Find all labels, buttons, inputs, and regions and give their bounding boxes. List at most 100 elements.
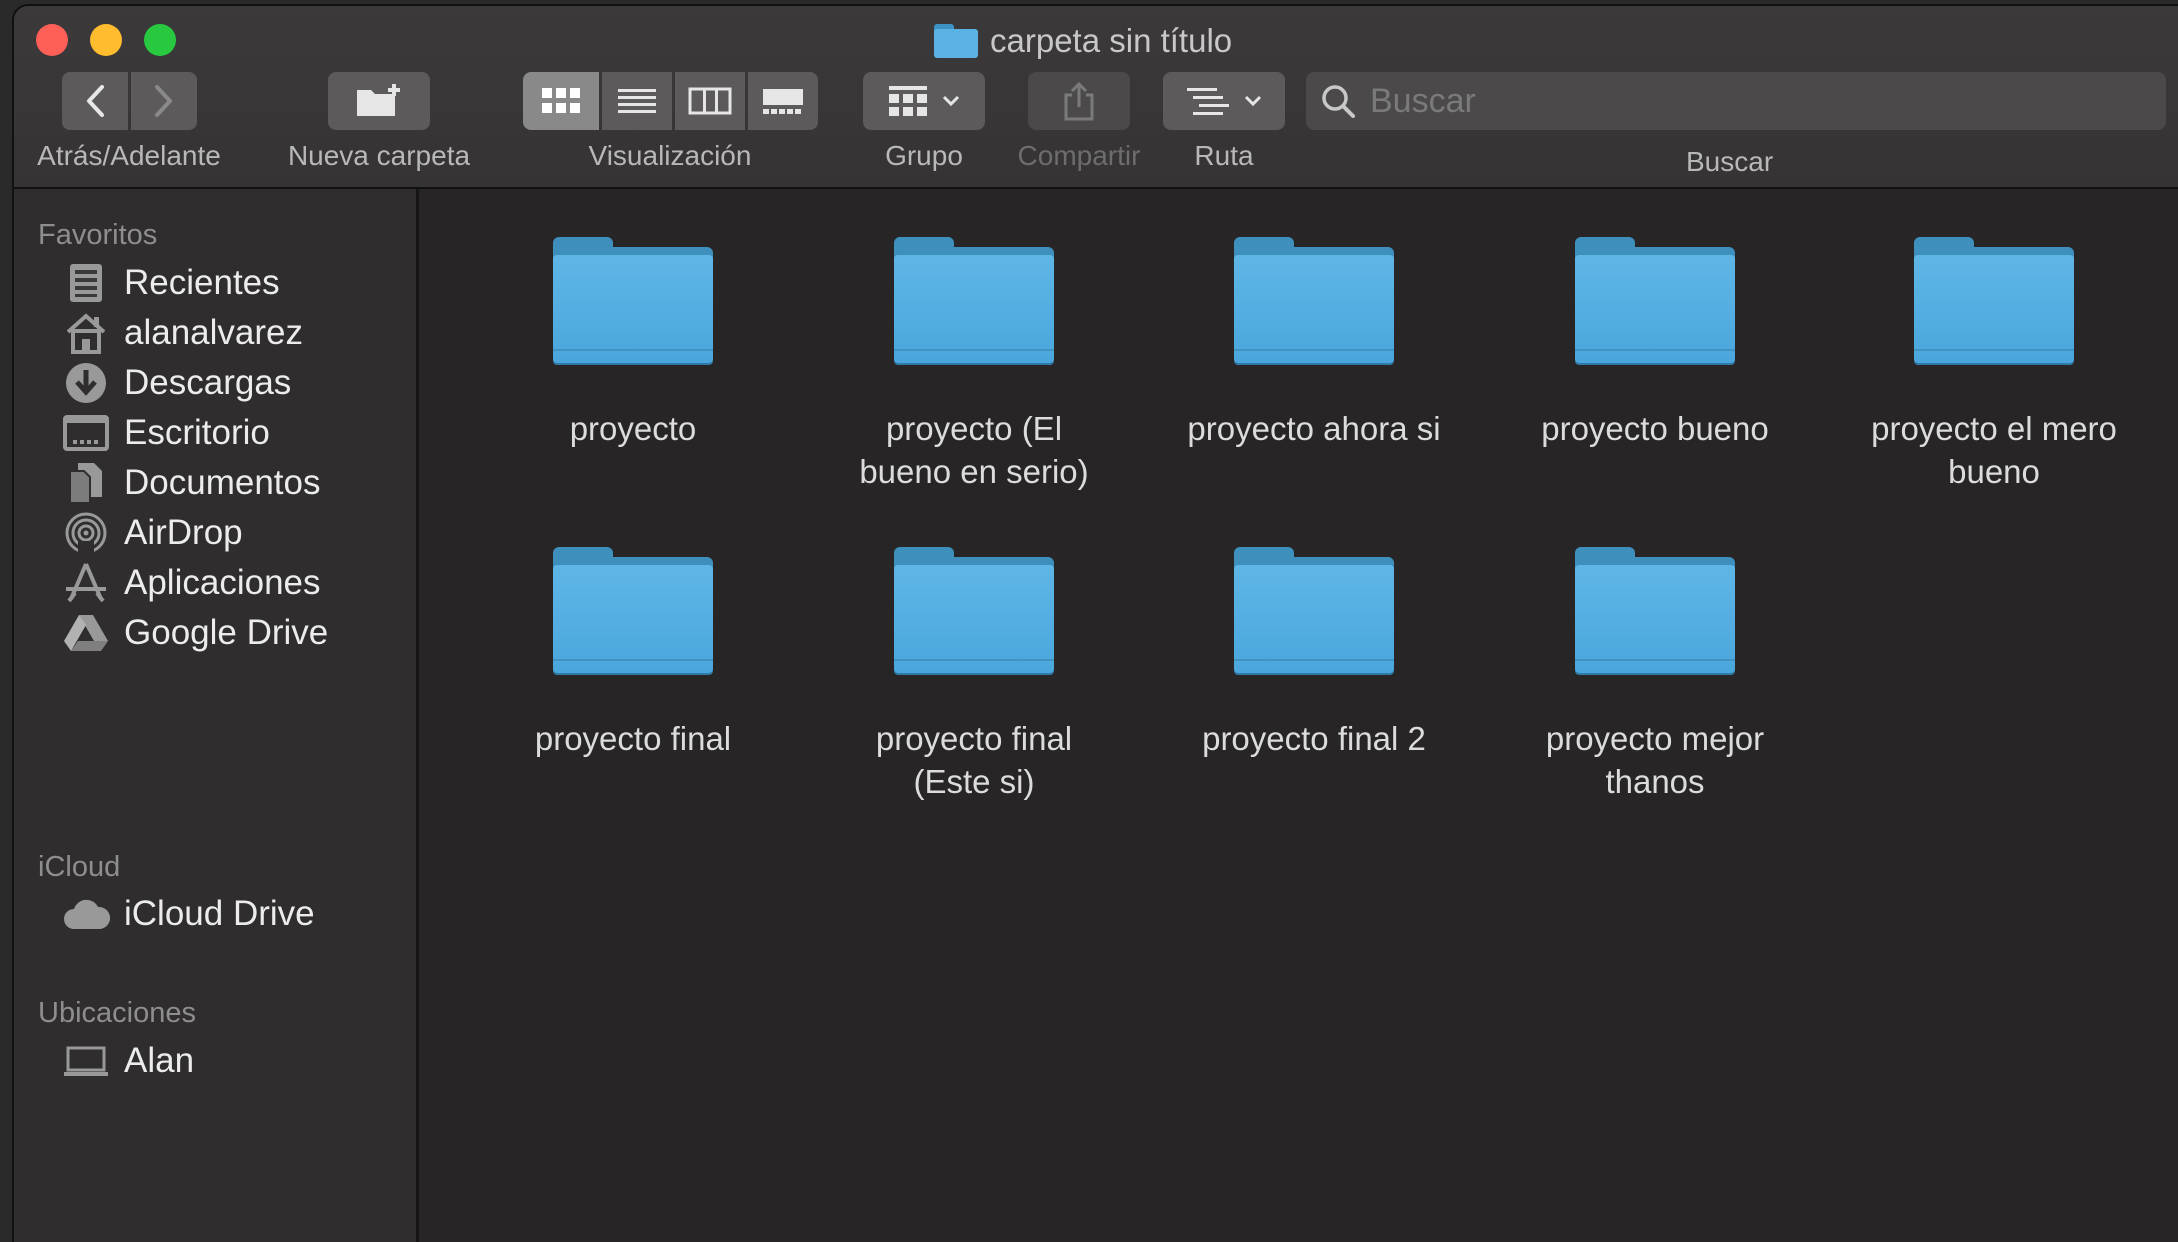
sidebar-item-alan[interactable]: Alan bbox=[62, 1036, 402, 1086]
folder-name: proyecto el mero bueno bbox=[1871, 410, 2117, 490]
sidebar-item-documents[interactable]: Documentos bbox=[62, 458, 402, 508]
folder-icon bbox=[894, 237, 1054, 365]
folder-name: proyecto (El bueno en serio) bbox=[859, 410, 1089, 490]
folder-item[interactable]: proyecto final (Este si) bbox=[824, 547, 1124, 803]
columns-icon bbox=[688, 87, 731, 115]
folder-item[interactable]: proyecto mejor thanos bbox=[1505, 547, 1805, 803]
chevron-down-icon bbox=[1244, 95, 1262, 107]
path-group: Ruta bbox=[1162, 72, 1286, 172]
gallery-icon bbox=[762, 89, 803, 114]
folder-icon bbox=[1234, 237, 1394, 365]
back-button[interactable] bbox=[61, 72, 128, 130]
sidebar-section-favorites: Favoritos bbox=[38, 219, 158, 251]
folder-icon bbox=[553, 237, 713, 365]
folder-item[interactable]: proyecto ahora si bbox=[1164, 237, 1464, 450]
chevron-down-icon bbox=[942, 95, 960, 107]
folder-name: proyecto final 2 bbox=[1202, 720, 1426, 757]
sidebar-item-label: alanalvarez bbox=[124, 313, 303, 352]
sidebar-item-desktop[interactable]: Escritorio bbox=[62, 408, 402, 458]
toolbar: carpeta sin título Atrás/Adelante Nueva … bbox=[14, 6, 2178, 189]
sidebar-item-label: iCloud Drive bbox=[124, 894, 315, 933]
new-folder-label: Nueva carpeta bbox=[287, 140, 471, 171]
minimize-button[interactable] bbox=[90, 24, 122, 56]
close-button[interactable] bbox=[36, 24, 68, 56]
sidebar-item-label: Alan bbox=[124, 1041, 195, 1080]
sidebar-item-downloads[interactable]: Descargas bbox=[62, 358, 402, 408]
chevron-right-icon bbox=[154, 85, 172, 117]
sidebar-section-icloud: iCloud bbox=[38, 851, 121, 883]
sidebar-item-home[interactable]: alanalvarez bbox=[62, 308, 402, 358]
column-view-button[interactable] bbox=[674, 72, 745, 130]
folder-icon bbox=[894, 547, 1054, 675]
search-field[interactable] bbox=[1306, 72, 2166, 130]
group-grid-icon bbox=[889, 86, 927, 116]
google-drive-icon bbox=[64, 615, 108, 651]
home-icon bbox=[66, 313, 106, 354]
cloud-icon bbox=[64, 899, 110, 929]
folder-name: proyecto bbox=[569, 410, 697, 447]
new-folder-group: Nueva carpeta bbox=[264, 72, 494, 172]
folder-icon bbox=[1914, 237, 2074, 365]
applications-icon bbox=[66, 563, 106, 603]
share-icon bbox=[1064, 81, 1094, 121]
downloads-icon bbox=[66, 363, 106, 403]
folder-name: proyecto final bbox=[534, 720, 732, 757]
sidebar-item-label: Documentos bbox=[124, 463, 321, 502]
forward-button[interactable] bbox=[130, 72, 197, 130]
sidebar-item-google-drive[interactable]: Google Drive bbox=[62, 608, 402, 658]
sidebar-item-label: Escritorio bbox=[124, 413, 270, 452]
sidebar-item-applications[interactable]: Aplicaciones bbox=[62, 558, 402, 608]
sidebar-item-label: AirDrop bbox=[124, 513, 243, 552]
folder-name: proyecto mejor thanos bbox=[1545, 720, 1765, 800]
folder-icon bbox=[1234, 547, 1394, 675]
folder-item[interactable]: proyecto (El bueno en serio) bbox=[824, 237, 1124, 493]
zoom-button[interactable] bbox=[144, 24, 176, 56]
folder-icon bbox=[934, 24, 978, 58]
folder-item[interactable]: proyecto bbox=[483, 237, 783, 450]
laptop-icon bbox=[64, 1046, 108, 1076]
window-title-text: carpeta sin título bbox=[990, 22, 1233, 59]
search-input[interactable] bbox=[1368, 80, 2152, 122]
chevron-left-icon bbox=[86, 85, 104, 117]
grid-icon bbox=[541, 88, 580, 113]
folder-name: proyecto final (Este si) bbox=[875, 720, 1073, 800]
group-label: Grupo bbox=[885, 140, 963, 171]
new-folder-button[interactable] bbox=[328, 72, 430, 130]
group-button[interactable] bbox=[863, 72, 985, 130]
gallery-view-button[interactable] bbox=[747, 72, 818, 130]
view-group: Visualización bbox=[510, 72, 830, 172]
group-group: Grupo bbox=[854, 72, 994, 172]
view-label: Visualización bbox=[588, 140, 752, 171]
folder-item[interactable]: proyecto bueno bbox=[1505, 237, 1805, 450]
list-view-button[interactable] bbox=[601, 72, 672, 130]
folder-icon bbox=[1575, 237, 1735, 365]
window-controls bbox=[36, 24, 176, 56]
sidebar-item-icloud-drive[interactable]: iCloud Drive bbox=[62, 889, 402, 939]
sidebar-item-label: Aplicaciones bbox=[124, 563, 321, 602]
sidebar-item-recents[interactable]: Recientes bbox=[62, 258, 402, 308]
path-list-icon bbox=[1187, 88, 1229, 115]
share-group: Compartir bbox=[1004, 72, 1154, 172]
sidebar-item-airdrop[interactable]: AirDrop bbox=[62, 508, 402, 558]
path-button[interactable] bbox=[1163, 72, 1285, 130]
sidebar-section-locations: Ubicaciones bbox=[38, 997, 196, 1029]
airdrop-icon bbox=[65, 512, 107, 555]
sidebar: Favoritos Recientes alanalvarez Descarga… bbox=[14, 189, 419, 1242]
share-button[interactable] bbox=[1028, 72, 1130, 130]
folder-item[interactable]: proyecto final bbox=[483, 547, 783, 760]
nav-group: Atrás/Adelante bbox=[24, 72, 234, 172]
folder-item[interactable]: proyecto el mero bueno bbox=[1844, 237, 2144, 493]
recents-icon bbox=[70, 264, 102, 302]
documents-icon bbox=[69, 463, 102, 504]
folder-name: proyecto ahora si bbox=[1187, 410, 1441, 447]
finder-window: carpeta sin título Atrás/Adelante Nueva … bbox=[14, 6, 2178, 1242]
folder-name: proyecto bueno bbox=[1541, 410, 1769, 447]
file-grid: proyecto proyecto (El bueno en serio) pr… bbox=[419, 189, 2178, 1242]
folder-item[interactable]: proyecto final 2 bbox=[1164, 547, 1464, 760]
list-icon bbox=[617, 89, 656, 113]
search-label: Buscar bbox=[1686, 146, 1774, 177]
path-label: Ruta bbox=[1194, 140, 1254, 171]
icon-view-button[interactable] bbox=[522, 72, 599, 130]
window-title: carpeta sin título bbox=[934, 20, 1232, 62]
new-folder-icon bbox=[357, 84, 400, 116]
